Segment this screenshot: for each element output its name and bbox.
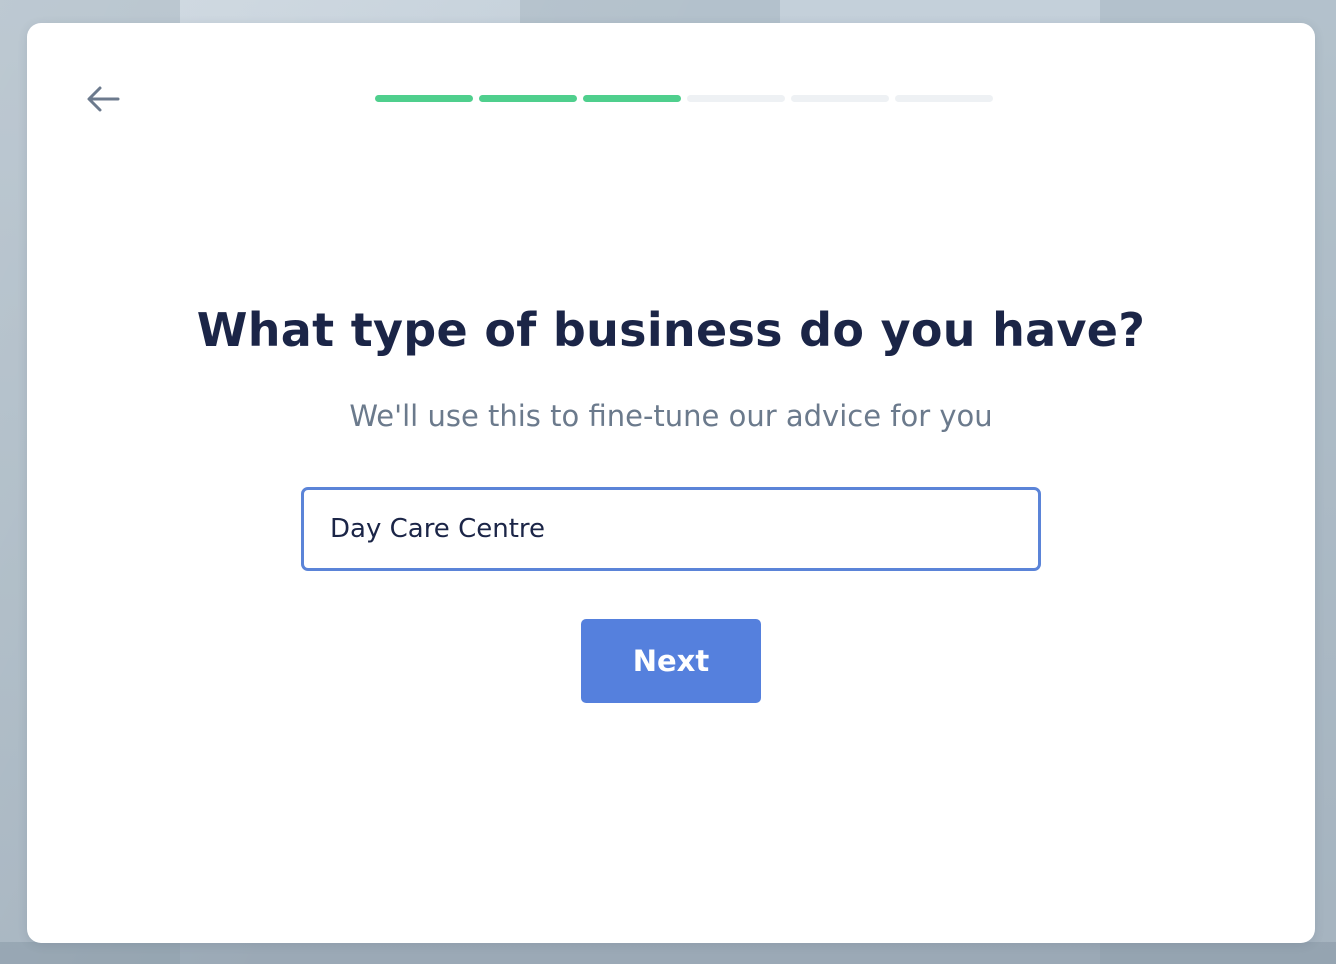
- progress-segment-pending: [791, 95, 889, 102]
- back-button[interactable]: [81, 81, 125, 121]
- progress-segment-complete: [479, 95, 577, 102]
- business-type-input[interactable]: [304, 490, 1038, 568]
- progress-segment-pending: [687, 95, 785, 102]
- onboarding-modal: What type of business do you have? We'll…: [27, 23, 1315, 943]
- progress-segment-complete: [375, 95, 473, 102]
- arrow-left-icon: [85, 85, 121, 117]
- progress-segment-pending: [895, 95, 993, 102]
- page-subtitle: We'll use this to fine-tune our advice f…: [349, 399, 993, 433]
- background-shape: [0, 942, 1336, 964]
- progress-segment-complete: [583, 95, 681, 102]
- progress-indicator: [375, 95, 993, 102]
- next-button[interactable]: Next: [581, 619, 761, 703]
- page-title: What type of business do you have?: [196, 303, 1146, 357]
- business-type-field: [301, 487, 1041, 571]
